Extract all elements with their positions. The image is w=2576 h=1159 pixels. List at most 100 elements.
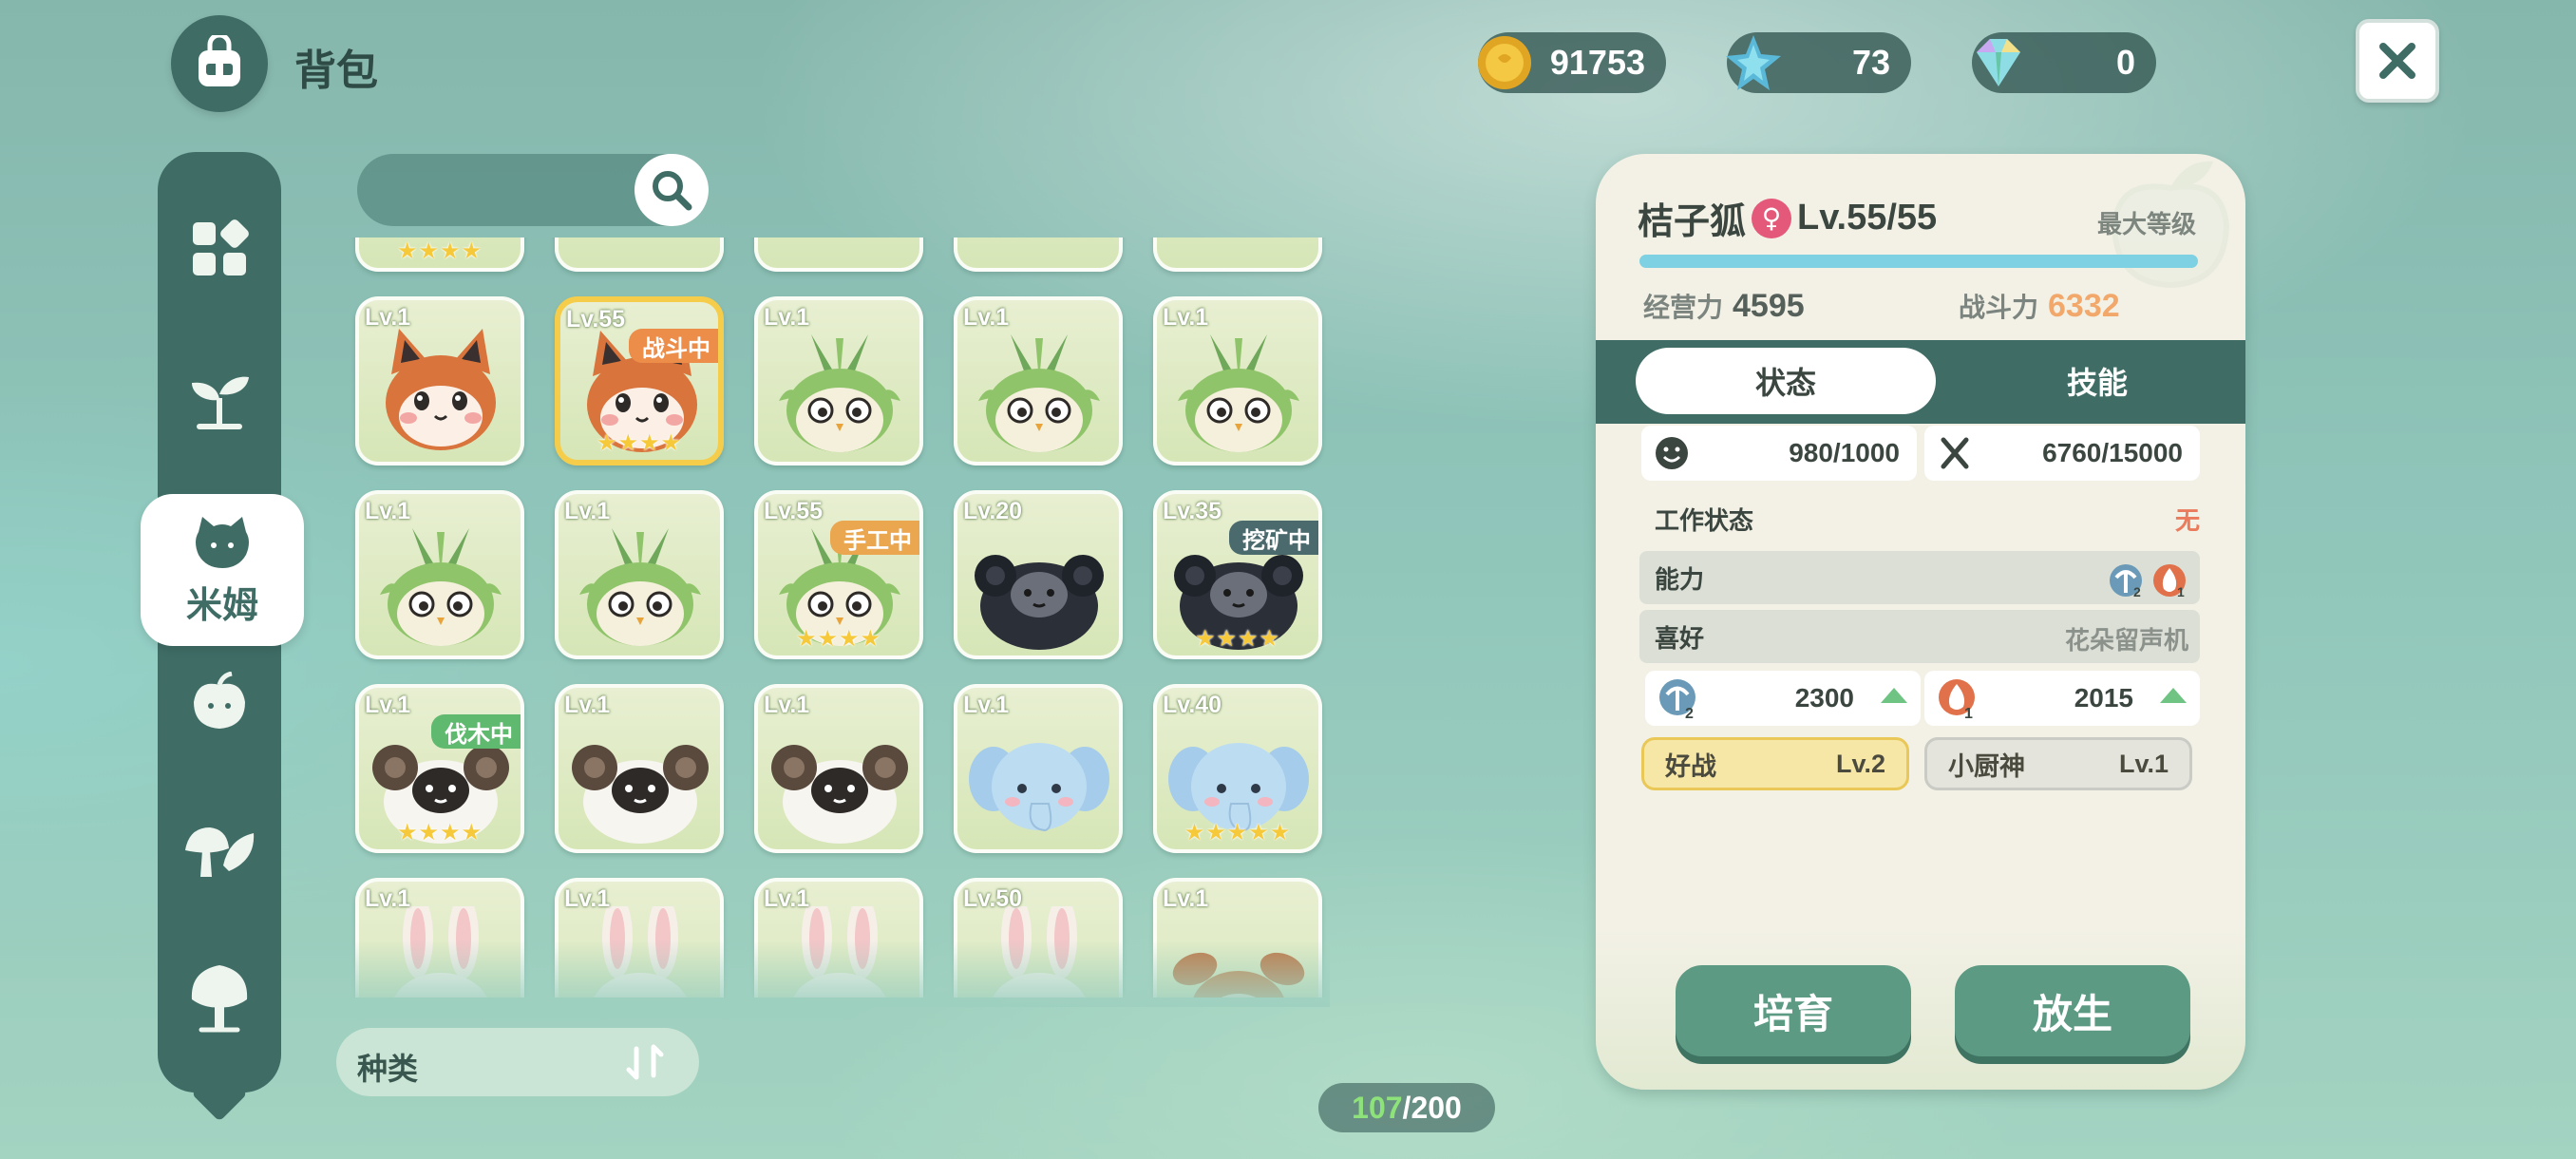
creature-level: Lv.1 [764,304,810,331]
creature-level: Lv.1 [963,304,1010,331]
ability-row: 能力 2 1 [1639,551,2200,604]
creature-level: Lv.40 [1163,692,1222,718]
owl-creature-icon [978,334,1100,452]
trait-badge[interactable]: 好战 Lv.2 [1641,737,1909,790]
skill-level: 1 [1964,706,1973,720]
nav-item-plants[interactable] [158,342,281,456]
release-button[interactable]: 放生 [1955,965,2190,1056]
work-status-tag: 挖矿中 [1229,521,1318,555]
creature-slot[interactable]: Lv.40 ★★★★★ [1153,684,1322,853]
rainbow-gem-icon [1964,28,2033,97]
satiety-value: 6760/15000 [2042,438,2183,467]
train-button[interactable]: 培育 [1676,965,1911,1056]
creature-slot[interactable]: Lv.1 [555,490,724,659]
trait-level: Lv.1 [2118,749,2169,778]
creature-slot[interactable]: Lv.1 [555,684,724,853]
operation-power: 经营力 4595 [1643,287,1805,325]
creature-slot[interactable]: Lv.1 伐木中 ★★★★ [355,684,524,853]
ram-creature-icon [572,745,709,844]
mood-meter: 980/1000 [1641,426,1917,481]
search-input[interactable] [380,154,636,226]
sort-dropdown[interactable]: 种类 [336,1028,699,1096]
tab-status[interactable]: 状态 [1636,348,1936,414]
ability-label: 能力 [1655,565,1705,595]
creature-slot-partial[interactable] [754,238,923,272]
search-icon [653,171,692,211]
work-status-value: 无 [2174,507,2200,536]
creature-slot[interactable]: Lv.1 [754,684,923,853]
creature-slot[interactable]: Lv.1 [355,490,524,659]
work-status-tag: 伐木中 [431,714,521,749]
tree-icon [191,965,248,1033]
creature-slot[interactable]: Lv.1 [355,296,524,466]
preference-label: 喜好 [1655,624,1705,654]
search-button[interactable] [635,154,709,226]
exp-bar [1639,255,2198,268]
dark-ram-creature-icon [975,555,1104,650]
creature-slot[interactable]: Lv.1 [954,296,1123,466]
creature-level: Lv.55/55 [1797,198,1938,238]
mushroom-leaf-icon [185,827,255,877]
operation-label: 经营力 [1643,292,1724,323]
creature-slot[interactable]: Lv.35 挖矿中 ★★★★ [1153,490,1322,659]
tab-skills[interactable]: 技能 [1947,348,2245,414]
skill-value: 2015 [2074,683,2133,712]
owl-creature-icon [380,528,502,646]
creature-slot-partial[interactable] [954,238,1123,272]
close-icon [2379,43,2415,79]
owl-creature-icon [579,528,701,646]
sort-label: 种类 [357,1051,419,1087]
creature-slot[interactable]: Lv.1 [754,296,923,466]
smile-face-icon [1656,437,1688,469]
creature-level: Lv.1 [365,498,411,524]
creature-slot-partial[interactable] [1153,238,1322,272]
rarity-stars: ★★★★ [396,819,483,846]
work-status-tag: 战斗中 [629,329,718,363]
backpack-icon [171,15,268,112]
cooking-skill-value: 1 2015 [1924,671,2200,726]
combat-value: 6332 [2048,288,2120,324]
mining-pickaxe-icon: 2 [2110,564,2142,598]
trait-badge[interactable]: 小厨神 Lv.1 [1924,737,2192,790]
ability-badge-level: 2 [2133,584,2141,598]
creature-level: Lv.55 [566,306,626,332]
creature-slot[interactable]: Lv.1 [1153,296,1322,466]
creature-level: Lv.20 [963,498,1023,524]
creature-slot[interactable]: Lv.1 [954,684,1123,853]
star-crystal-counter: 73 [1726,32,1911,93]
nav-item-trees[interactable] [158,940,281,1054]
exp-bar-fill [1639,255,2198,268]
preference-row: 喜好 花朵留声机 [1639,610,2200,663]
gem-value: 0 [2115,43,2135,82]
female-icon: ♀ [1752,198,1792,238]
detail-tabs: 状态 技能 [1596,340,2245,424]
creature-slot[interactable]: Lv.55 战斗中 ★★★★ [555,296,724,466]
creature-level: Lv.50 [963,885,1023,912]
capacity-counter: 107/200 [1318,1083,1495,1132]
up-arrow-icon [1881,688,1907,703]
creature-slot[interactable]: Lv.55 手工中 ★★★★ [754,490,923,659]
owl-creature-icon [779,334,900,452]
nav-item-all[interactable] [158,192,281,306]
creature-level: Lv.1 [564,885,611,912]
creature-slot-partial[interactable]: ★★★★ [355,238,524,272]
rarity-stars: ★★★★ [795,625,882,652]
work-status-label: 工作状态 [1655,507,1754,536]
combat-label: 战斗力 [1959,292,2039,323]
rarity-stars: ★★★★ [596,429,683,456]
creature-slot-partial[interactable] [555,238,724,272]
fox-creature-icon [386,329,496,450]
skill-level: 2 [1685,706,1694,720]
creature-detail-panel: 桔子狐 ♀ Lv.55/55 最大等级 经营力 4595 战斗力 6332 状态 技… [1596,154,2245,1090]
ram-creature-icon [771,745,908,844]
creature-slot[interactable]: Lv.20 [954,490,1123,659]
close-button[interactable] [2356,19,2439,103]
creature-level: Lv.1 [365,692,411,718]
rarity-stars: ★★★★ [1194,625,1281,652]
mood-value: 980/1000 [1789,438,1900,467]
creature-grid: ★★★★ Lv.1 Lv.55 战斗中 ★★★★ Lv.1 Lv.1 Lv.1 Lv.1 Lv.1… [351,238,1330,998]
creature-level: Lv.1 [963,692,1010,718]
nav-item-mim[interactable]: 米姆 [141,494,304,646]
nav-item-fruit[interactable] [158,646,281,760]
nav-item-mushroom[interactable] [158,794,281,908]
